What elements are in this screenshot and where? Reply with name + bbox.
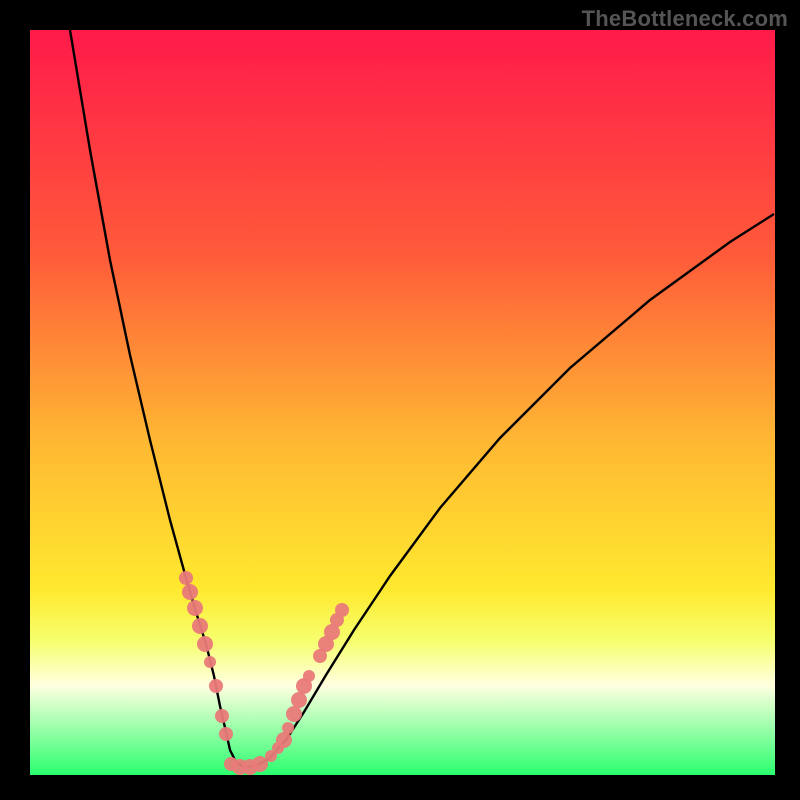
bead (282, 722, 294, 734)
bead (179, 571, 193, 585)
curve-layer (30, 30, 775, 775)
beads-left (179, 571, 233, 741)
chart-frame: TheBottleneck.com (0, 0, 800, 800)
bead (192, 618, 208, 634)
bead (276, 732, 292, 748)
bead (209, 679, 223, 693)
bead (187, 600, 203, 616)
bead (215, 709, 229, 723)
bead (291, 692, 307, 708)
beads-valley (224, 756, 268, 775)
bead (252, 756, 268, 772)
watermark-text: TheBottleneck.com (582, 6, 788, 32)
bead (286, 706, 302, 722)
bead (303, 670, 315, 682)
bead (335, 603, 349, 617)
bottleneck-curve (70, 30, 774, 767)
bead (197, 636, 213, 652)
bead (204, 656, 216, 668)
beads-right (265, 603, 349, 762)
bead (182, 584, 198, 600)
bead (219, 727, 233, 741)
plot-area (30, 30, 775, 775)
